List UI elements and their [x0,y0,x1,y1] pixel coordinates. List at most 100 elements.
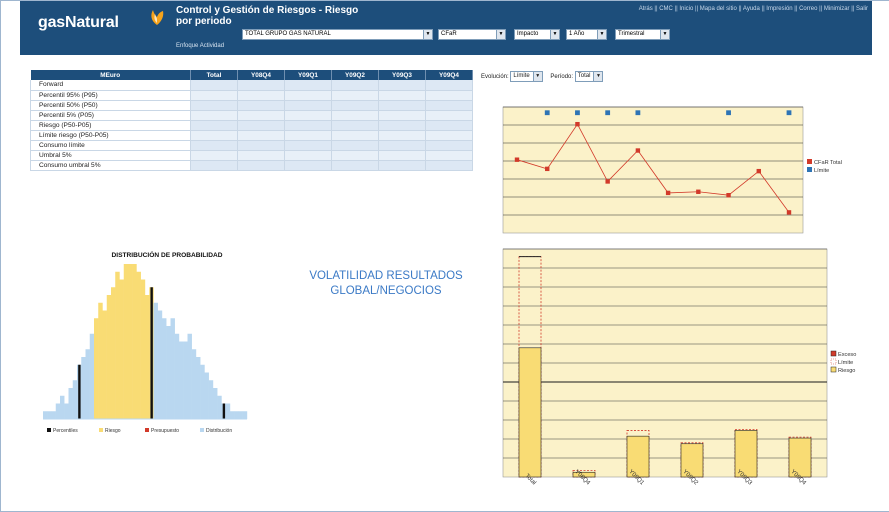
table-cell [237,110,285,121]
cfar-total-point [514,157,520,162]
legend-swatch [145,428,149,432]
table-cell [190,90,238,101]
distribution-bar [183,341,188,419]
distribution-bar [136,271,141,419]
table-cell [425,80,473,91]
distribution-bar [157,310,163,419]
table-cell [190,100,238,111]
legend-swatch [830,358,837,365]
group-select[interactable]: TOTAL GRUPO GAS NATURAL ▼ [242,29,433,40]
chevron-down-icon: ▼ [660,30,669,39]
type-select[interactable]: Impacto ▼ [514,29,560,40]
table-row: Consumo umbral 5% [30,160,473,171]
chevron-down-icon: ▼ [496,30,505,39]
volatility-title-line1: VOLATILIDAD RESULTADOS [309,270,463,282]
distribution-bar [191,349,197,419]
table-header-row: MEuro Total Y08Q4 Y09Q1 Y09Q2 Y09Q3 Y09Q… [30,70,473,80]
distribution-bar [119,279,124,419]
distribution-bar [115,271,120,419]
legend-swatch [99,428,103,432]
cfar-total-point [696,189,701,194]
table-cell [425,100,473,111]
table-cell [378,120,426,131]
distribution-bar [174,333,180,419]
column-header: Y09Q4 [425,70,473,80]
table-cell [378,100,426,111]
table-cell [331,130,379,141]
horizon-select-value: 1 Año [569,31,585,37]
distribution-bar [170,318,175,419]
column-header: MEuro [30,70,191,80]
horizon-select[interactable]: 1 Año ▼ [566,29,607,40]
table-row: Percentil 5% (P05) [30,110,473,121]
period-select-value: Total [577,73,591,79]
table-cell [190,140,238,151]
distribution-bar [72,380,78,419]
table-cell [284,140,332,151]
frequency-select[interactable]: Trimestral ▼ [615,29,670,40]
table-cell [425,130,473,141]
legend-label: Percentiles [53,428,78,434]
evolution-select[interactable]: Límite ▼ [510,71,543,82]
evolution-line-chart: CFaR Total Límite [502,106,842,234]
legend-label: Presupuesto [151,428,179,434]
distribution-chart: DISTRIBUCIÓN DE PROBABILIDAD Percentiles R… [43,250,248,434]
table-cell [237,130,285,141]
distribution-bar [106,295,112,419]
butterfly-logo-icon [151,10,164,25]
distribution-bar [242,411,248,419]
limite-point [726,110,731,116]
table-cell [284,130,332,141]
volatility-title: VOLATILIDAD RESULTADOS GLOBAL/NEGOCIOS [271,269,501,299]
table-cell [378,110,426,121]
gas-natural-logo: gasNatural [38,14,119,31]
table-cell [331,140,379,151]
distribution-bar [132,264,137,419]
table-cell [378,90,426,101]
table-cell [190,80,238,91]
type-select-value: Impacto [517,31,539,37]
period-select[interactable]: Total ▼ [574,71,604,82]
distribution-bar [217,395,222,419]
table-cell [237,160,285,171]
table-cell [237,150,285,161]
distribution-bar [85,349,90,419]
table-cell [425,150,473,161]
column-header: Y08Q4 [237,70,285,80]
chevron-down-icon: ▼ [423,30,432,39]
table-cell [425,90,473,101]
distribution-bar [98,302,103,419]
legend-swatch [47,428,51,432]
table-cell [378,130,426,141]
distribution-bar [204,372,209,419]
period-label: Período: [550,74,574,81]
legend-swatch [830,350,837,357]
column-header: Y09Q1 [284,70,332,80]
distribution-bar [213,388,218,419]
limite-point [575,110,580,116]
table-cell [284,120,332,131]
group-select-value: TOTAL GRUPO GAS NATURAL [245,31,331,37]
table-cell [378,80,426,91]
distribution-bar [145,295,150,419]
table-cell [331,110,379,121]
cfar-total-point [726,193,731,198]
legend-swatch-cfar [807,159,812,164]
percentile-marker [78,364,81,419]
distribution-bar [187,333,192,419]
top-navigation-links[interactable]: Atrás || CMC || Inicio || Mapa del sitio… [639,6,868,12]
distribution-bar [153,302,158,419]
row-label: Umbral 5% [30,150,191,161]
subnav-link-enfoque[interactable]: Enfoque Actividad [176,43,224,49]
frequency-select-value: Trimestral [618,31,645,37]
legend-label: Exceso [838,352,856,358]
distribution-bar [51,411,56,419]
chevron-down-icon: ▼ [593,72,603,81]
distribution-bar [60,395,65,419]
app-window: gasNatural Control y Gestión de Riesgos … [0,0,889,512]
table-cell [331,160,379,171]
table-row: Límite riesgo (P50-P05) [30,130,473,141]
measure-select[interactable]: CFaR ▼ [438,29,506,40]
row-label: Forward [30,80,191,91]
evolution-select-value: Límite [513,73,530,79]
